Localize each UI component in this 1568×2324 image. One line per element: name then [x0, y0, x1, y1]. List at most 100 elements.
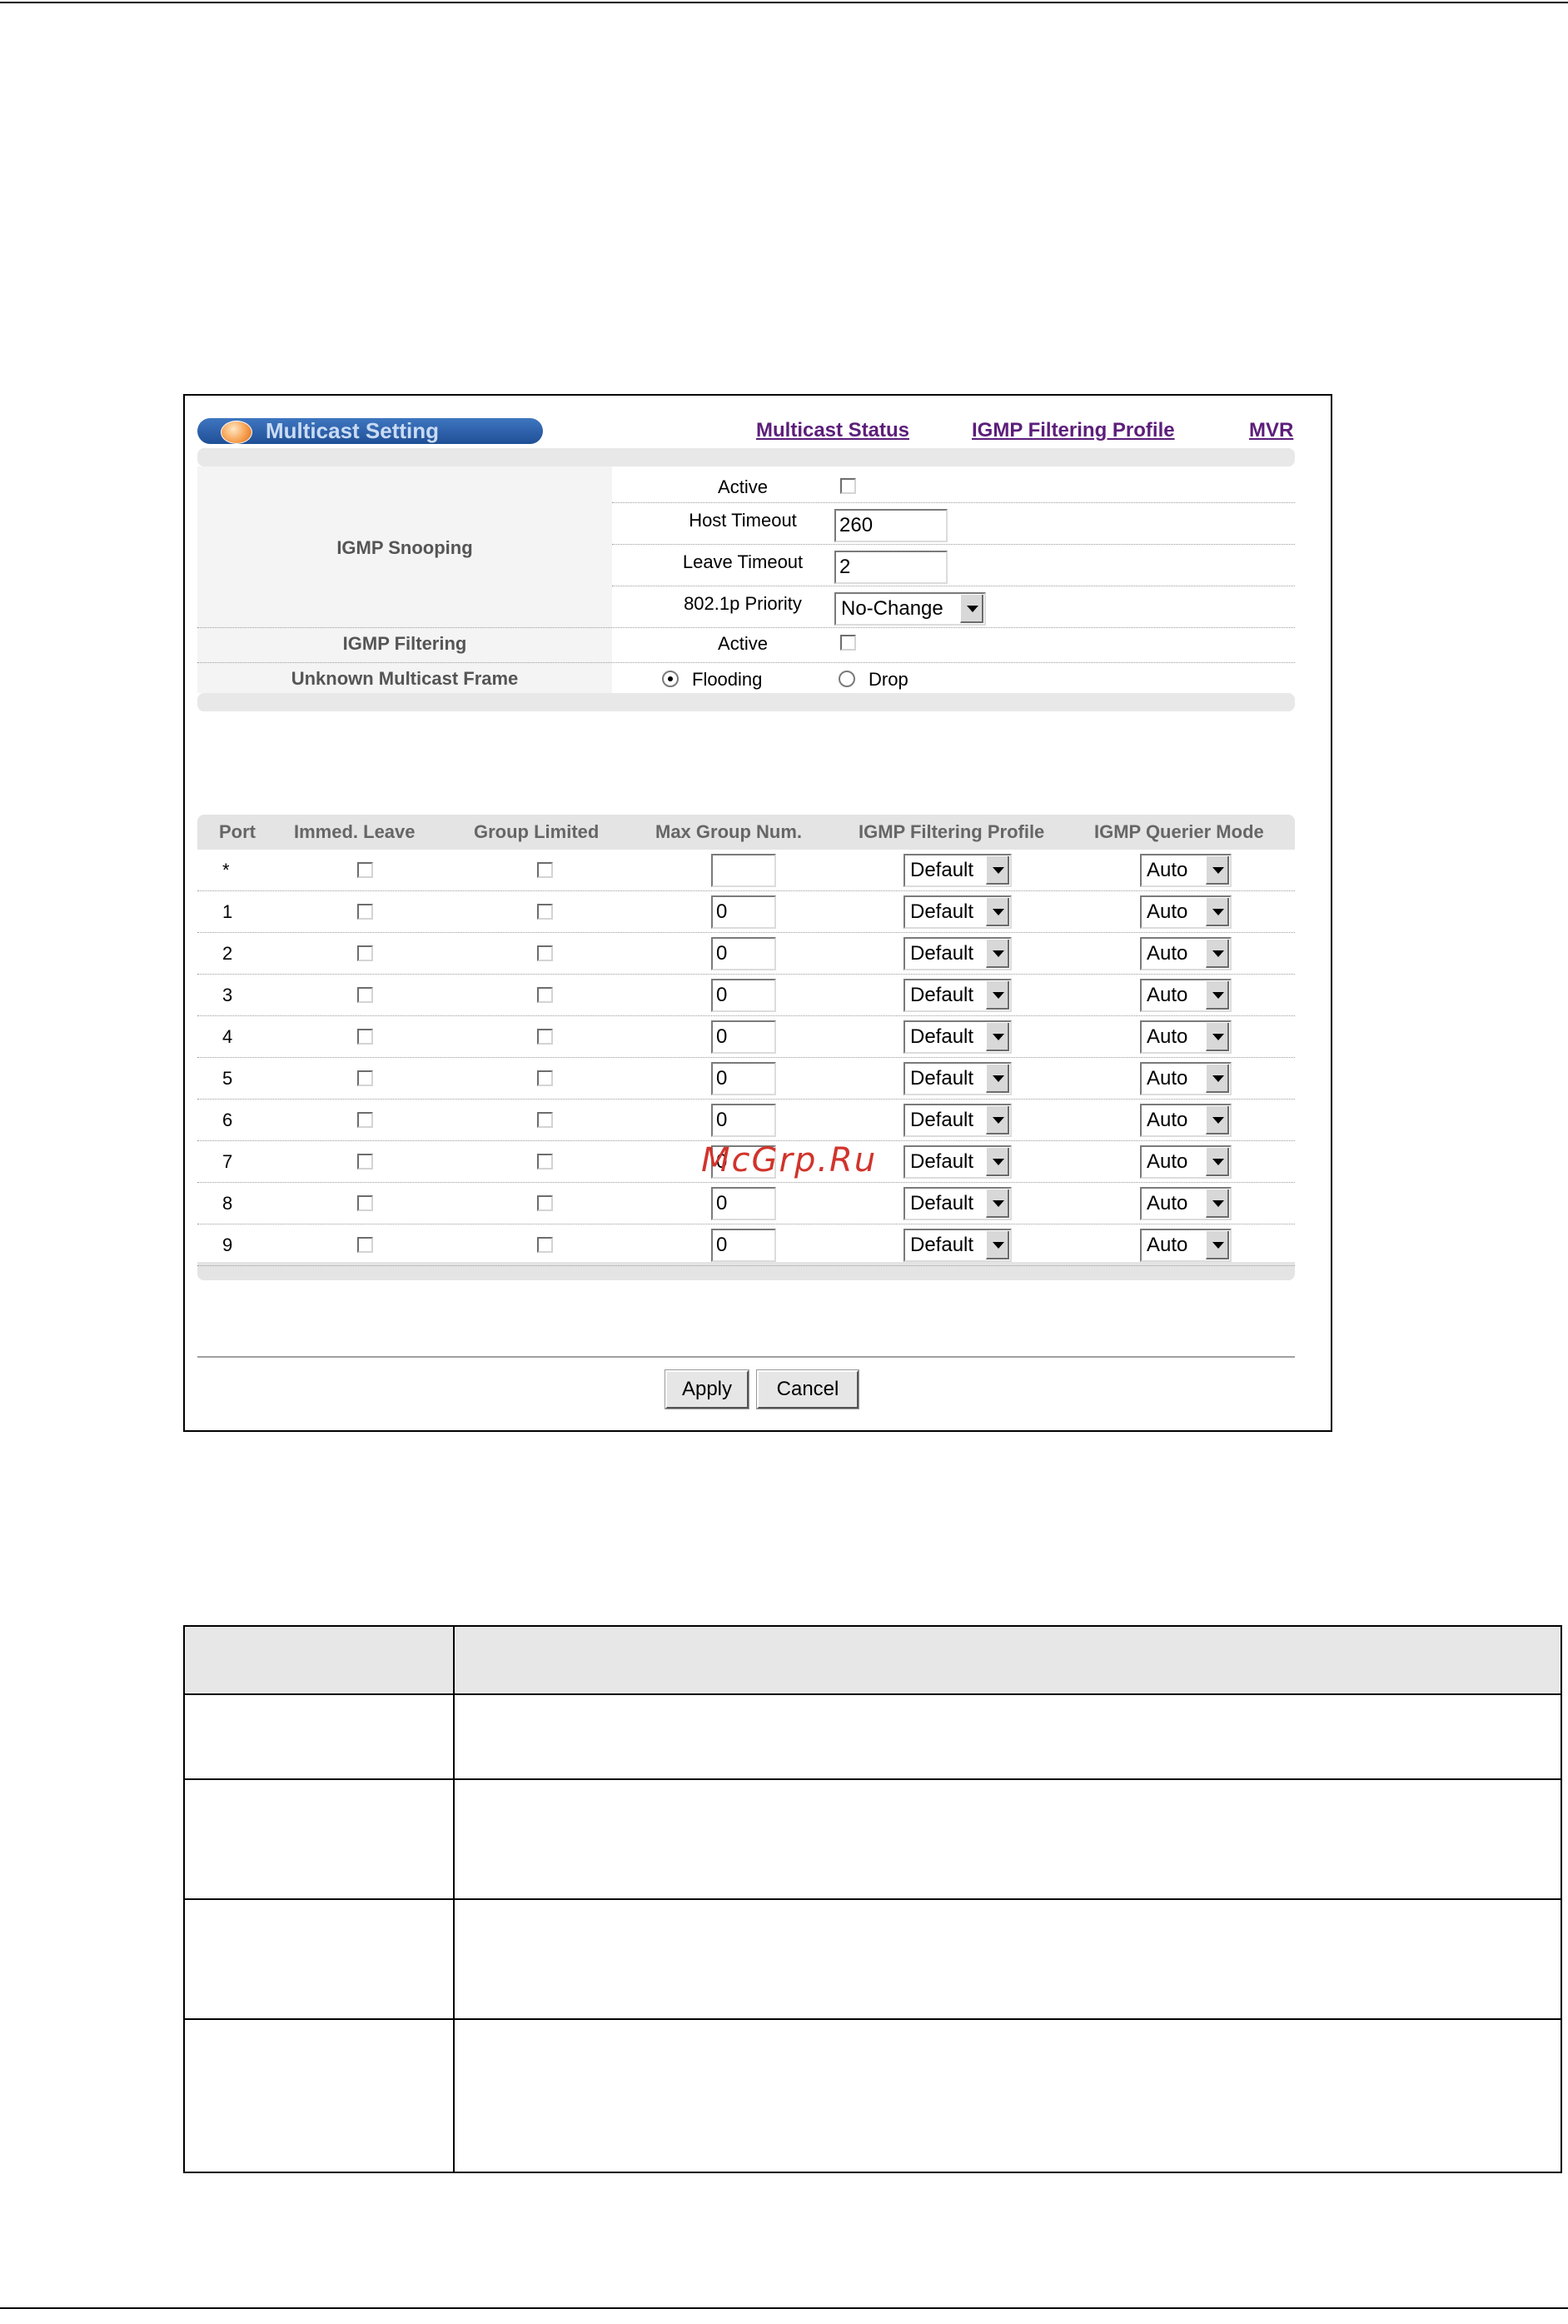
igmp-snooping-label: IGMP Snooping	[336, 537, 473, 558]
priority-select[interactable]: No-Change	[834, 592, 986, 626]
group-limited-checkbox[interactable]	[537, 945, 553, 961]
immed-leave-checkbox[interactable]	[357, 987, 373, 1003]
igmp-filtering-profile-link[interactable]: IGMP Filtering Profile	[972, 419, 1175, 442]
querier-mode-select[interactable]: Auto	[1140, 1062, 1232, 1095]
querier-mode-select[interactable]: Auto	[1140, 895, 1232, 929]
immed-leave-checkbox[interactable]	[357, 1029, 373, 1045]
port-number: 9	[222, 1234, 233, 1255]
port-number: 5	[222, 1068, 233, 1089]
col-immed-leave: Immed. Leave	[294, 821, 416, 842]
group-limited-checkbox[interactable]	[537, 904, 553, 920]
filtering-profile-value: Default	[910, 900, 974, 923]
port-number: 8	[222, 1193, 233, 1214]
filtering-profile-value: Default	[910, 1150, 974, 1173]
cancel-button[interactable]: Cancel	[756, 1369, 859, 1409]
multicast-setting-panel: Multicast Setting Multicast Status IGMP …	[183, 394, 1332, 1432]
querier-mode-select[interactable]: Auto	[1140, 1104, 1232, 1137]
col-filtering-profile: IGMP Filtering Profile	[859, 821, 1045, 842]
chevron-down-icon	[1206, 1231, 1229, 1259]
table-row: 8 Default Auto	[197, 1183, 1295, 1224]
group-limited-checkbox[interactable]	[537, 1237, 553, 1253]
group-limited-checkbox[interactable]	[537, 1112, 553, 1128]
host-timeout-input[interactable]	[834, 509, 948, 542]
group-limited-checkbox[interactable]	[537, 1154, 553, 1169]
immed-leave-checkbox[interactable]	[357, 1195, 373, 1211]
group-limited-checkbox[interactable]	[537, 1070, 553, 1086]
filtering-profile-select[interactable]: Default	[903, 1187, 1012, 1220]
title-orb-icon	[221, 421, 252, 444]
filtering-profile-select[interactable]: Default	[903, 1145, 1012, 1179]
filtering-profile-select[interactable]: Default	[903, 854, 1012, 887]
immed-leave-checkbox[interactable]	[357, 1237, 373, 1253]
chevron-down-icon	[1206, 856, 1229, 885]
drop-radio[interactable]	[839, 671, 855, 687]
filtering-profile-select[interactable]: Default	[903, 895, 1012, 929]
querier-mode-select[interactable]: Auto	[1140, 1187, 1232, 1220]
filtering-profile-select[interactable]: Default	[903, 1229, 1012, 1262]
querier-mode-select[interactable]: Auto	[1140, 1145, 1232, 1179]
leave-timeout-input[interactable]	[834, 551, 948, 584]
filtering-profile-value: Default	[910, 1192, 974, 1214]
port-number: *	[222, 860, 230, 880]
max-group-input[interactable]	[711, 1187, 776, 1220]
querier-mode-select[interactable]: Auto	[1140, 1020, 1232, 1054]
immed-leave-checkbox[interactable]	[357, 1112, 373, 1128]
querier-mode-value: Auto	[1147, 1025, 1188, 1048]
flooding-label: Flooding	[692, 669, 763, 690]
multicast-status-link[interactable]: Multicast Status	[756, 419, 909, 442]
settings-top-bar	[197, 448, 1295, 466]
chevron-down-icon	[1206, 1189, 1229, 1218]
igmp-snooping-active-checkbox[interactable]	[840, 478, 856, 494]
querier-mode-value: Auto	[1147, 942, 1188, 965]
chevron-down-icon	[986, 940, 1009, 968]
group-limited-checkbox[interactable]	[537, 1029, 553, 1045]
group-limited-checkbox[interactable]	[537, 862, 553, 878]
filtering-profile-value: Default	[910, 942, 974, 965]
title-bar: Multicast Setting	[197, 418, 543, 444]
group-limited-checkbox[interactable]	[537, 987, 553, 1003]
filtering-profile-select[interactable]: Default	[903, 1020, 1012, 1054]
max-group-input[interactable]	[711, 1229, 776, 1262]
filtering-profile-select[interactable]: Default	[903, 979, 1012, 1012]
filtering-profile-select[interactable]: Default	[903, 937, 1012, 970]
querier-mode-select[interactable]: Auto	[1140, 937, 1232, 970]
filtering-profile-select[interactable]: Default	[903, 1104, 1012, 1137]
chevron-down-icon	[1206, 1065, 1229, 1093]
table-row: 3 Default Auto	[197, 975, 1295, 1016]
querier-mode-value: Auto	[1147, 1067, 1188, 1090]
querier-mode-value: Auto	[1147, 1109, 1188, 1131]
flooding-radio[interactable]	[662, 671, 679, 687]
chevron-down-icon	[986, 1189, 1009, 1218]
igmp-filtering-active-checkbox[interactable]	[840, 635, 856, 651]
max-group-input[interactable]	[711, 854, 776, 887]
querier-mode-select[interactable]: Auto	[1140, 1229, 1232, 1262]
apply-button[interactable]: Apply	[665, 1369, 749, 1409]
filtering-profile-select[interactable]: Default	[903, 1062, 1012, 1095]
table-row: 6 Default Auto	[197, 1100, 1295, 1141]
max-group-input[interactable]	[711, 979, 776, 1012]
max-group-input[interactable]	[711, 1104, 776, 1137]
immed-leave-checkbox[interactable]	[357, 862, 373, 878]
port-number: 6	[222, 1110, 233, 1130]
row-divider	[197, 627, 1295, 628]
max-group-input[interactable]	[711, 937, 776, 970]
mvr-link[interactable]: MVR	[1249, 419, 1293, 442]
col-port: Port	[219, 821, 256, 842]
immed-leave-checkbox[interactable]	[357, 1070, 373, 1086]
max-group-input[interactable]	[711, 895, 776, 929]
immed-leave-checkbox[interactable]	[357, 904, 373, 920]
group-limited-checkbox[interactable]	[537, 1195, 553, 1211]
querier-mode-select[interactable]: Auto	[1140, 979, 1232, 1012]
querier-mode-value: Auto	[1147, 984, 1188, 1006]
chevron-down-icon	[1206, 940, 1229, 968]
immed-leave-checkbox[interactable]	[357, 945, 373, 961]
querier-mode-select[interactable]: Auto	[1140, 854, 1232, 887]
settings-bottom-bar	[197, 693, 1295, 711]
row-divider	[197, 1265, 1295, 1266]
chevron-down-icon	[1206, 981, 1229, 1010]
max-group-input[interactable]	[711, 1020, 776, 1054]
max-group-input[interactable]	[711, 1062, 776, 1095]
immed-leave-checkbox[interactable]	[357, 1154, 373, 1169]
host-timeout-label: Host Timeout	[689, 510, 797, 531]
port-number: 1	[222, 901, 233, 922]
